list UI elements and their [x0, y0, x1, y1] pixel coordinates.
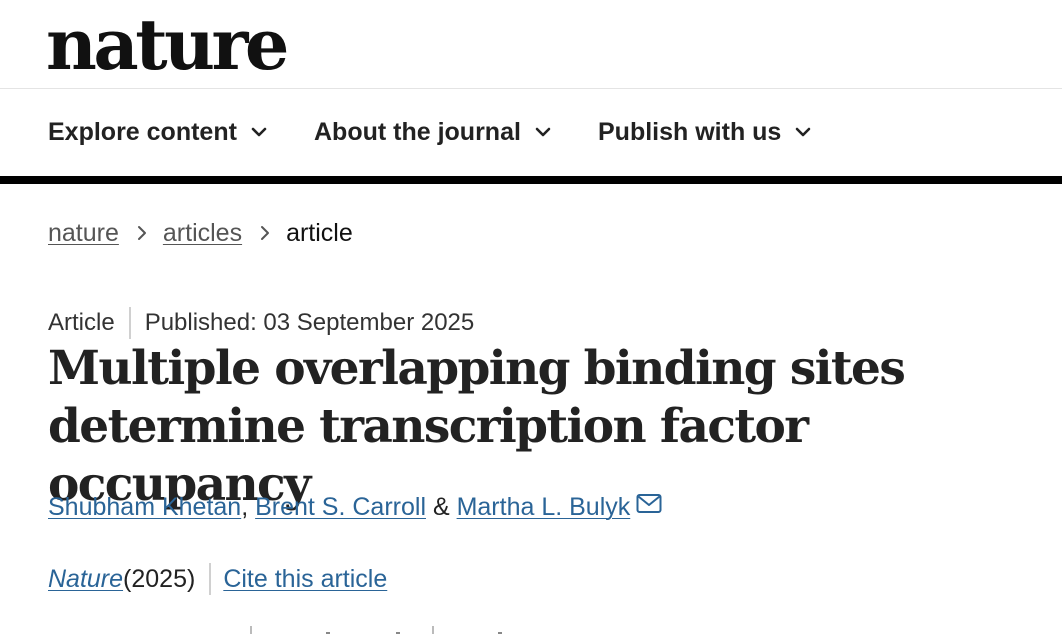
chevron-right-icon [137, 226, 146, 240]
breadcrumb: nature articles article [48, 216, 353, 250]
published-date: Published: 03 September 2025 [144, 309, 475, 336]
publication-year: (2025) [123, 564, 196, 593]
chevron-down-icon [535, 127, 551, 137]
nav-divider [0, 176, 1062, 184]
author-separator: , [241, 492, 256, 521]
author-list: Shubham Khetan, Brent S. Carroll & Marth… [48, 490, 662, 524]
article-meta: Article Published: 03 September 2025 [48, 306, 474, 340]
main-nav: Explore content About the journal Publis… [0, 89, 1062, 176]
metrics-divider [250, 626, 252, 634]
metrics-divider [432, 626, 434, 634]
author-link[interactable]: Brent S. Carroll [255, 493, 426, 522]
nav-item-label: About the journal [314, 117, 521, 146]
nav-item-label: Explore content [48, 117, 237, 146]
chevron-down-icon [251, 127, 267, 137]
meta-divider [128, 307, 131, 339]
site-header: nature [0, 0, 1062, 89]
breadcrumb-current: article [286, 218, 353, 247]
author-link[interactable]: Shubham Khetan [48, 493, 241, 522]
chevron-right-icon [261, 226, 270, 240]
metrics-row-partial [0, 622, 1062, 634]
author-separator: & [426, 492, 457, 521]
breadcrumb-link-articles[interactable]: articles [163, 219, 242, 248]
cite-this-article-link[interactable]: Cite this article [223, 565, 387, 594]
nav-publish-with-us[interactable]: Publish with us [598, 115, 811, 149]
chevron-down-icon [796, 127, 811, 137]
mail-icon[interactable] [636, 493, 662, 515]
nav-about-the-journal[interactable]: About the journal [314, 115, 551, 149]
breadcrumb-link-nature[interactable]: nature [48, 219, 119, 248]
nav-item-label: Publish with us [598, 117, 782, 146]
author-link[interactable]: Martha L. Bulyk [457, 493, 631, 522]
article-title: Multiple overlapping binding sites deter… [48, 341, 906, 512]
journal-link[interactable]: Nature [48, 565, 123, 594]
article-type: Article [48, 309, 115, 336]
citation-line: Nature (2025) Cite this article [48, 562, 387, 596]
nature-logo[interactable]: nature [46, 6, 289, 84]
nav-explore-content[interactable]: Explore content [48, 115, 267, 149]
citation-divider [209, 563, 212, 595]
